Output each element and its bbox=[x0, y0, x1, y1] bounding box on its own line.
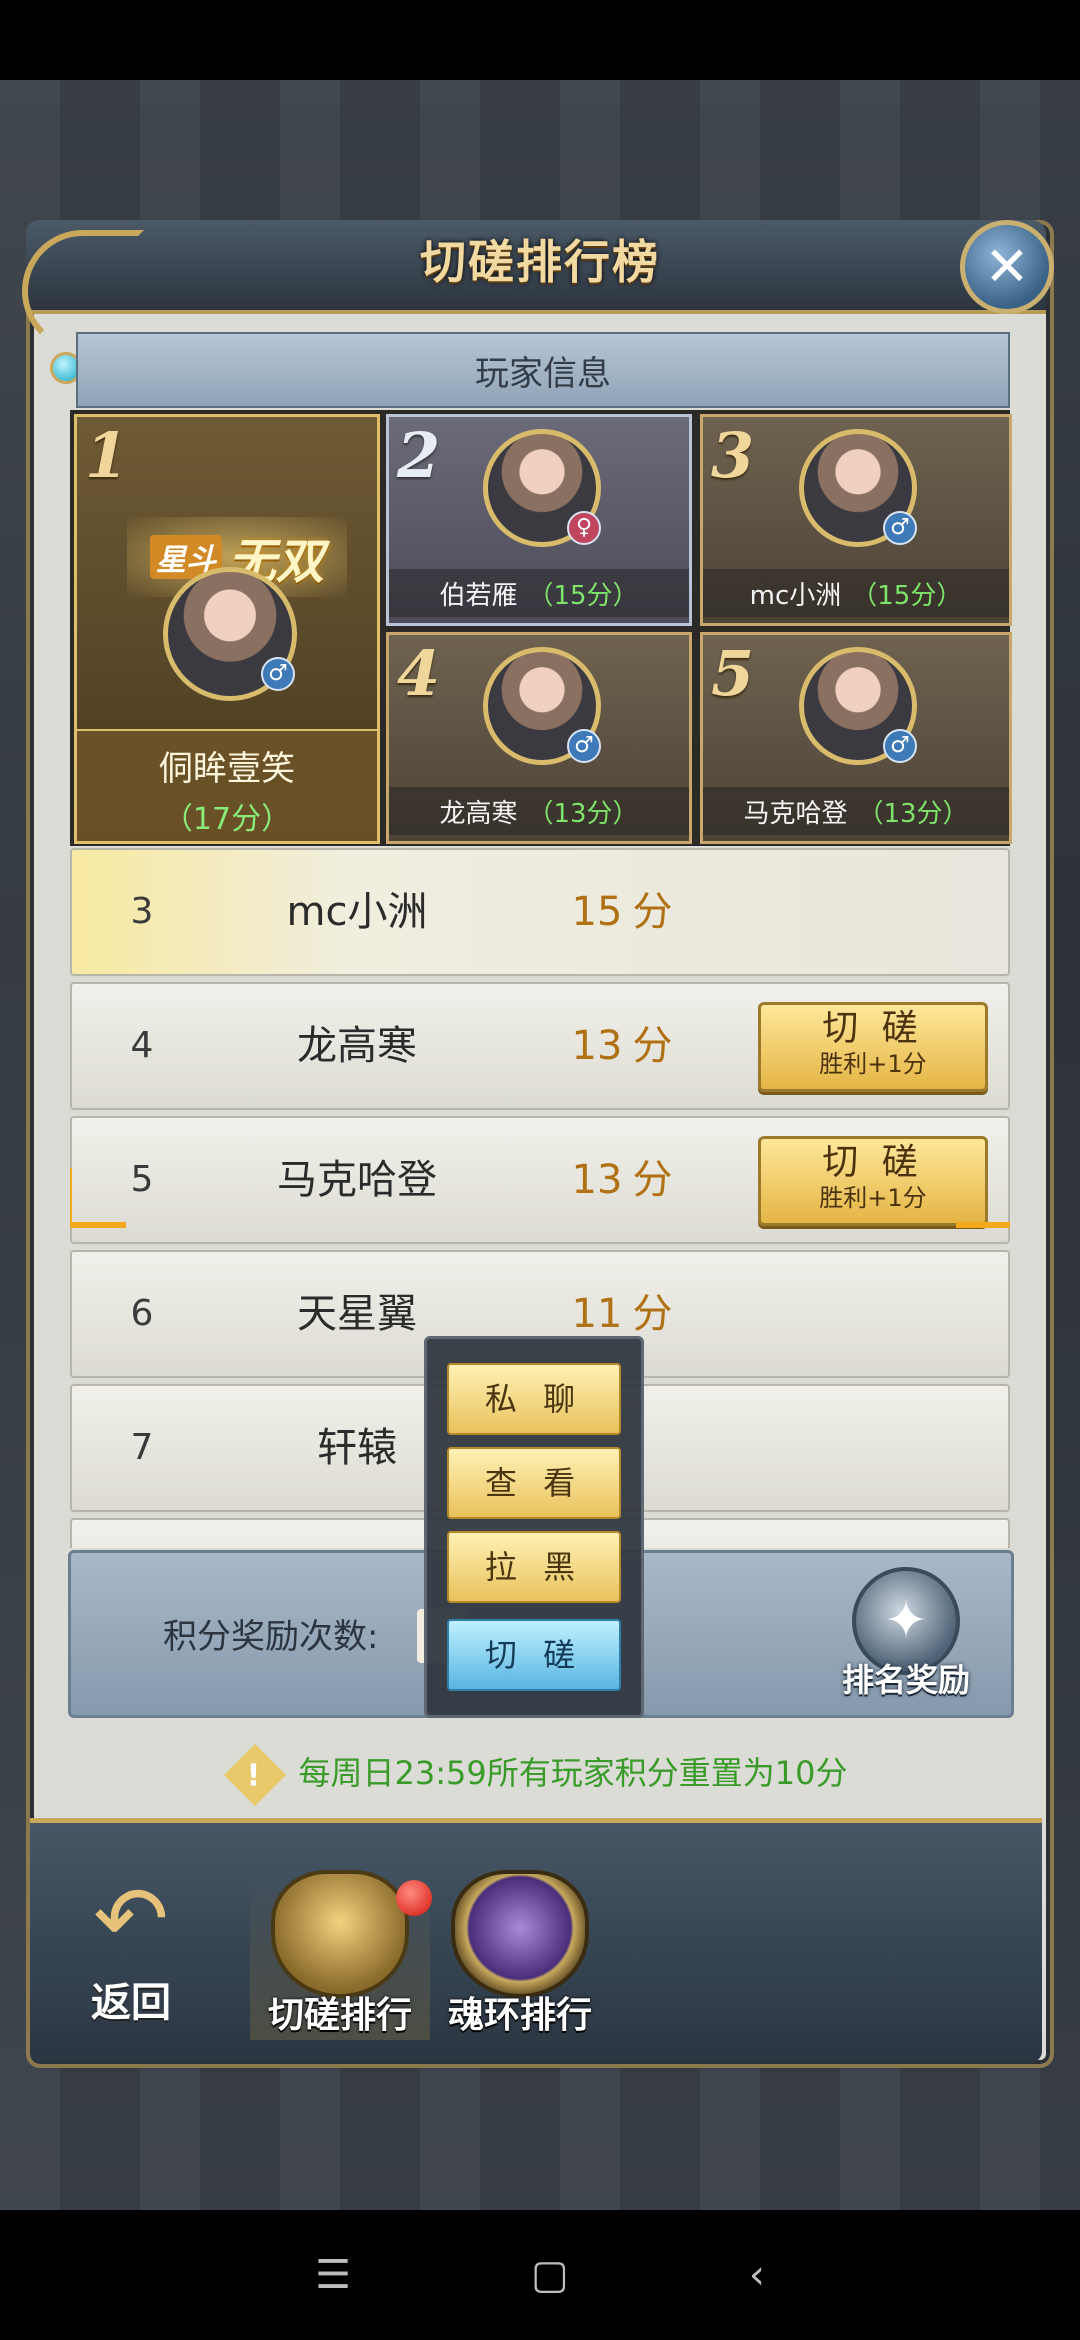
player-name: 伯若雁 bbox=[439, 580, 518, 611]
row-name: mc小洲 bbox=[286, 889, 428, 935]
player-score: （15分） bbox=[851, 580, 963, 611]
rank-number: 3 bbox=[711, 419, 755, 492]
notice-prefix: 每周日23:59所有玩家积分重置为 bbox=[298, 1754, 775, 1792]
male-icon: ♂ bbox=[261, 657, 295, 691]
player-action-menu: 私 聊 查 看 拉 黑 切 磋 bbox=[424, 1336, 644, 1718]
card-name: 伯若雁 （15分） bbox=[389, 569, 689, 617]
top-card-3[interactable]: 3 ♂ mc小洲 （15分） bbox=[700, 414, 1012, 626]
top-card-1[interactable]: 1 星斗 无双 ♂ 侗眸壹笑 （17分） bbox=[74, 414, 380, 844]
shield-icon bbox=[271, 1870, 409, 1998]
rank-number: 1 bbox=[85, 419, 129, 492]
top5-grid: 1 星斗 无双 ♂ 侗眸壹笑 （17分） 2 ♀ 伯若雁 （15分） 3 ♂ m… bbox=[70, 410, 1012, 846]
male-icon: ♂ bbox=[567, 729, 601, 763]
back-arrow-icon: ↶ bbox=[93, 1867, 169, 1972]
tab-soul-ring-ranking[interactable]: 魂环排行 bbox=[430, 1870, 610, 2040]
player-score: （13分） bbox=[857, 798, 969, 829]
close-icon: ✕ bbox=[984, 235, 1030, 298]
back-button[interactable]: ↶ 返回 bbox=[56, 1870, 206, 2030]
row-rank: 7 bbox=[130, 1427, 154, 1468]
selection-corner bbox=[956, 1168, 1010, 1228]
male-icon: ♂ bbox=[883, 511, 917, 545]
card-name: mc小洲 （15分） bbox=[703, 569, 1009, 617]
spar-sub: 胜利+1分 bbox=[819, 1050, 927, 1078]
rank-number: 5 bbox=[711, 637, 755, 710]
notice-value: 10分 bbox=[774, 1754, 848, 1792]
spar-button[interactable]: 切 磋 胜利+1分 bbox=[758, 1136, 988, 1226]
table-row[interactable]: 3 mc小洲 15 分 bbox=[70, 848, 1010, 976]
card-name: 龙高寒 （13分） bbox=[389, 787, 689, 835]
top-card-5[interactable]: 5 ♂ 马克哈登 （13分） bbox=[700, 632, 1012, 844]
player-score: （13分） bbox=[527, 798, 639, 829]
rank-reward-label: 排名奖励 bbox=[841, 1661, 970, 1699]
row-score: 13 分 bbox=[571, 1157, 673, 1203]
player-name: 马克哈登 bbox=[743, 798, 848, 829]
female-icon: ♀ bbox=[567, 511, 601, 545]
menu-icon[interactable]: ☰ bbox=[315, 2255, 351, 2295]
row-score: 13 分 bbox=[571, 1023, 673, 1069]
private-chat-button[interactable]: 私 聊 bbox=[447, 1363, 621, 1435]
top-card-2[interactable]: 2 ♀ 伯若雁 （15分） bbox=[386, 414, 692, 626]
table-row[interactable]: 5 马克哈登 13 分 切 磋 胜利+1分 bbox=[70, 1116, 1010, 1244]
male-icon: ♂ bbox=[883, 729, 917, 763]
orb-icon bbox=[451, 1870, 589, 1998]
view-button[interactable]: 查 看 bbox=[447, 1447, 621, 1519]
player-score: （17分） bbox=[162, 802, 292, 837]
spar-button[interactable]: 切 磋 胜利+1分 bbox=[758, 1002, 988, 1092]
status-bar bbox=[0, 0, 1080, 80]
player-name: 侗眸壹笑 bbox=[159, 749, 295, 789]
rank-number: 2 bbox=[397, 419, 441, 492]
tab-label: 切磋排行 bbox=[267, 1995, 412, 2036]
rank-reward-button[interactable]: ✦ 排名奖励 bbox=[811, 1567, 1001, 1707]
tab-label: 魂环排行 bbox=[447, 1995, 592, 2036]
player-score: （15分） bbox=[527, 580, 639, 611]
row-rank: 4 bbox=[130, 1025, 154, 1066]
spar-menu-button[interactable]: 切 磋 bbox=[447, 1619, 621, 1691]
system-nav-bar: ☰ ▢ ‹ bbox=[0, 2210, 1080, 2340]
player-name: mc小洲 bbox=[749, 580, 842, 611]
row-rank: 3 bbox=[130, 891, 154, 932]
row-name: 龙高寒 bbox=[297, 1023, 417, 1069]
back-label: 返回 bbox=[91, 1980, 171, 2026]
row-rank: 6 bbox=[130, 1293, 154, 1334]
spar-sub: 胜利+1分 bbox=[819, 1184, 927, 1212]
player-info-header: 玩家信息 bbox=[76, 332, 1010, 408]
back-icon[interactable]: ‹ bbox=[749, 2255, 765, 2295]
row-name: 马克哈登 bbox=[277, 1157, 437, 1203]
spar-label: 切 磋 bbox=[822, 1008, 924, 1049]
home-icon[interactable]: ▢ bbox=[531, 2255, 569, 2295]
rank-number: 4 bbox=[397, 637, 441, 710]
card-name: 马克哈登 （13分） bbox=[703, 787, 1009, 835]
close-button[interactable]: ✕ bbox=[960, 220, 1054, 314]
block-button[interactable]: 拉 黑 bbox=[447, 1531, 621, 1603]
page-title: 切磋排行榜 bbox=[420, 235, 660, 289]
reset-notice: ! 每周日23:59所有玩家积分重置为10分 bbox=[0, 1743, 1080, 1807]
spar-label: 切 磋 bbox=[822, 1142, 924, 1183]
row-score: 15 分 bbox=[571, 889, 673, 935]
reward-count-label: 积分奖励次数: bbox=[163, 1617, 379, 1657]
selection-corner bbox=[70, 1168, 126, 1228]
table-row[interactable]: 4 龙高寒 13 分 切 磋 胜利+1分 bbox=[70, 982, 1010, 1110]
player-name: 龙高寒 bbox=[439, 798, 518, 829]
warning-icon: ! bbox=[223, 1743, 286, 1807]
player-name-block: 侗眸壹笑 （17分） bbox=[77, 729, 377, 841]
top-card-4[interactable]: 4 ♂ 龙高寒 （13分） bbox=[386, 632, 692, 844]
notification-dot bbox=[396, 1880, 432, 1916]
